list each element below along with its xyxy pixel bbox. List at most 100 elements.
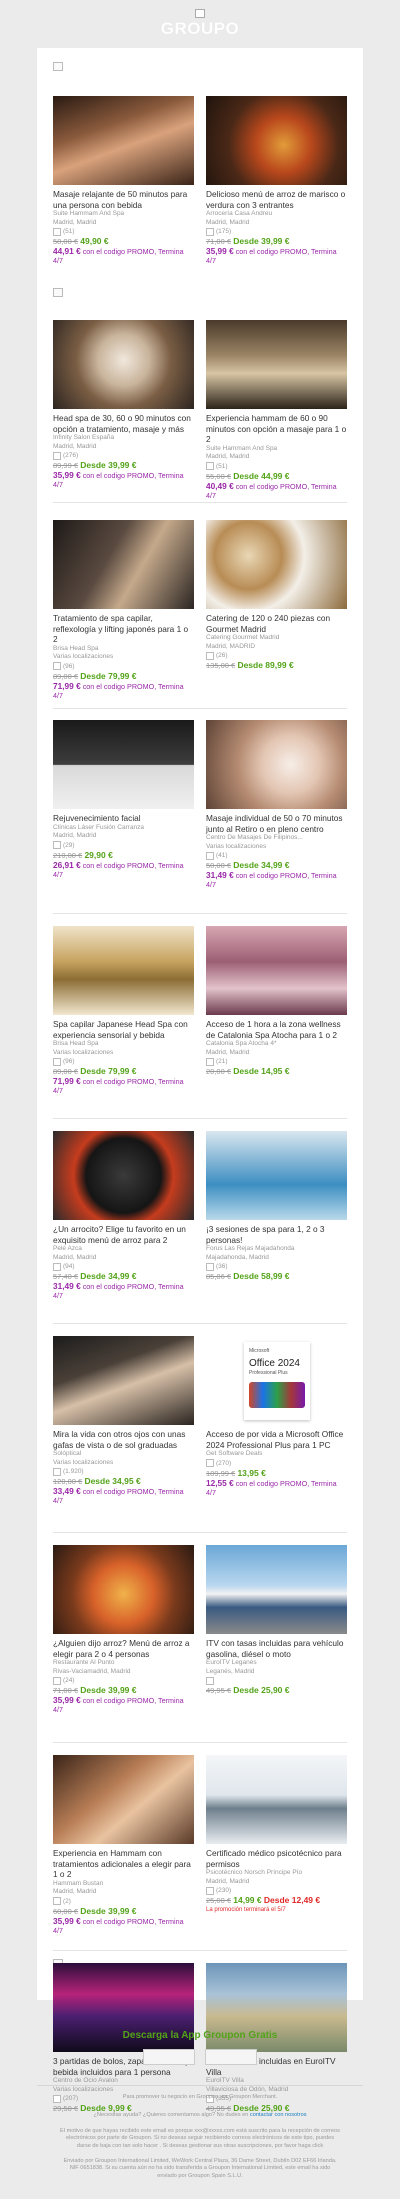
rating: (276) xyxy=(53,451,194,460)
company-text: Enviado por Groupon International Limite… xyxy=(63,2158,337,2179)
old-price: 71,00 € xyxy=(206,237,232,247)
deal-title[interactable]: Certificado médico psicotécnico para per… xyxy=(206,1848,347,1869)
deal-card[interactable]: Acceso de 1 hora a la zona wellness de C… xyxy=(206,926,347,1077)
deal-card[interactable]: Spa capilar Japanese Head Spa con experi… xyxy=(53,926,194,1095)
deal-title[interactable]: Mira la vida con otros ojos con unas gaf… xyxy=(53,1429,194,1450)
rating: (41) xyxy=(206,851,347,860)
promo-price: 35,99 € xyxy=(206,246,234,257)
merchant-name: Restaurante Al Punto xyxy=(53,1659,115,1666)
deal-title[interactable]: Acceso de 1 hora a la zona wellness de C… xyxy=(206,1019,347,1040)
deal-title[interactable]: Experiencia hammam de 60 o 90 minutos co… xyxy=(206,413,347,445)
deal-card[interactable]: Masaje individual de 50 o 70 minutos jun… xyxy=(206,720,347,889)
deal-card[interactable]: Microsoft Office 2024 Professional Plus … xyxy=(206,1336,347,1497)
deal-image[interactable] xyxy=(206,96,347,185)
deal-image[interactable] xyxy=(206,1131,347,1220)
deal-image[interactable] xyxy=(206,926,347,1015)
deal-image[interactable] xyxy=(206,1755,347,1844)
deal-card[interactable]: Tratamiento de spa capilar, reflexología… xyxy=(53,520,194,700)
deal-title[interactable]: Delicioso menú de arroz de marisco o ver… xyxy=(206,189,347,210)
deal-card[interactable]: Rejuvenecimiento facial Clínicas Láser Fu… xyxy=(53,720,194,879)
deal-title[interactable]: Head spa de 30, 60 o 90 minutos con opci… xyxy=(53,413,194,434)
merchant-name: Psicotécnico Norsch Príncipe Pío xyxy=(206,1869,303,1876)
row-divider xyxy=(53,1323,347,1324)
app-store-badge[interactable] xyxy=(143,2049,195,2065)
groupon-logo[interactable]: GROUPO xyxy=(161,19,240,39)
deal-image[interactable] xyxy=(53,1336,194,1425)
deal-image[interactable] xyxy=(53,1545,194,1634)
deal-image[interactable] xyxy=(53,96,194,185)
deal-card[interactable]: Certificado médico psicotécnico para per… xyxy=(206,1755,347,1915)
deal-card[interactable]: Experiencia hammam de 60 o 90 minutos co… xyxy=(206,320,347,500)
deal-card[interactable]: Masaje relajante de 50 minutos para una … xyxy=(53,96,194,265)
rating-count: (175) xyxy=(216,228,232,236)
deal-location: Villaviciosa de Odón, Madrid xyxy=(206,2085,289,2093)
deal-location: Leganés, Madrid xyxy=(206,1667,255,1675)
rating: (51) xyxy=(53,227,194,236)
box-subtitle: Professional Plus xyxy=(249,1370,288,1376)
deal-title[interactable]: Acceso de por vida a Microsoft Office 20… xyxy=(206,1429,347,1450)
rating-stars-icon xyxy=(206,1676,214,1685)
banner-image[interactable] xyxy=(53,62,63,71)
deal-image[interactable] xyxy=(53,720,194,809)
deal-title[interactable]: Spa capilar Japanese Head Spa con experi… xyxy=(53,1019,194,1040)
deal-card[interactable]: Head spa de 30, 60 o 90 minutos con opci… xyxy=(53,320,194,489)
old-price: 25,00 € xyxy=(206,1896,232,1906)
promo-line: 12,55 € con el codigo PROMO, Termina 4/7 xyxy=(206,1478,347,1497)
deal-image[interactable] xyxy=(206,520,347,609)
google-play-badge[interactable] xyxy=(205,2049,257,2065)
deal-location: Madrid, Madrid xyxy=(206,218,250,226)
deal-image[interactable] xyxy=(53,1755,194,1844)
contact-link[interactable]: contactar con nosotros xyxy=(250,2112,307,2118)
row-divider xyxy=(53,1532,347,1533)
merchant-name: Suite Hammam And Spa xyxy=(53,210,125,217)
rating: (94) xyxy=(53,1262,194,1271)
deal-card[interactable]: Experiencia en Hammam con tratamientos a… xyxy=(53,1755,194,1935)
deal-image[interactable] xyxy=(53,926,194,1015)
deal-image[interactable] xyxy=(53,1131,194,1220)
rating: (96) xyxy=(53,662,194,671)
rating-count: (51) xyxy=(63,228,75,236)
banner-image[interactable] xyxy=(53,288,63,297)
deal-card[interactable]: ¿Alguien dijo arroz? Menú de arroz a ele… xyxy=(53,1545,194,1714)
deal-card[interactable]: Mira la vida con otros ojos con unas gaf… xyxy=(53,1336,194,1505)
deal-title[interactable]: Masaje individual de 50 o 70 minutos jun… xyxy=(206,813,347,834)
old-price: 210,00 € xyxy=(53,850,83,860)
merchant-name: Catalonia Spa Atocha 4* xyxy=(206,1040,277,1047)
old-price: 89,00 € xyxy=(53,671,79,681)
rating: (2) xyxy=(53,1897,194,1906)
deal-title[interactable]: Tratamiento de spa capilar, reflexología… xyxy=(53,613,194,645)
deal-image[interactable] xyxy=(53,520,194,609)
deal-title[interactable]: Catering de 120 o 240 piezas con Gourmet… xyxy=(206,613,347,634)
deal-image[interactable] xyxy=(206,320,347,409)
rating-stars-icon xyxy=(53,1897,61,1906)
deal-price: Desde 39,99 € xyxy=(80,1905,137,1916)
deal-title[interactable]: Rejuvenecimiento facial xyxy=(53,813,194,824)
deal-image[interactable] xyxy=(53,320,194,409)
deal-title[interactable]: ITV con tasas incluidas para vehículo ga… xyxy=(206,1638,347,1659)
deal-image[interactable]: Microsoft Office 2024 Professional Plus xyxy=(206,1336,347,1425)
deal-title[interactable]: Experiencia en Hammam con tratamientos a… xyxy=(53,1848,194,1880)
box-title: Office 2024 xyxy=(249,1358,300,1369)
deal-card[interactable]: ITV con tasas incluidas para vehículo ga… xyxy=(206,1545,347,1696)
deal-card[interactable]: ¿Un arrocito? Elige tu favorito en un ex… xyxy=(53,1131,194,1300)
deal-card[interactable]: Delicioso menú de arroz de marisco o ver… xyxy=(206,96,347,265)
rating-count: (276) xyxy=(63,452,79,460)
price-line: 135,00 € Desde 89,99 € xyxy=(206,660,347,671)
deal-title[interactable]: ¿Un arrocito? Elige tu favorito en un ex… xyxy=(53,1224,194,1245)
price-line: 25,00 € 14,99 € Desde 12,49 € xyxy=(206,1895,347,1906)
deal-location: Madrid, Madrid xyxy=(206,1877,250,1885)
deal-price: 49,90 € xyxy=(80,236,109,247)
promo-price: 31,49 € xyxy=(206,870,234,881)
box-brand: Microsoft xyxy=(249,1348,270,1354)
deal-title[interactable]: ¡3 sesiones de spa para 1, 2 o 3 persona… xyxy=(206,1224,347,1245)
promo-price: 33,49 € xyxy=(53,1486,81,1497)
deal-card[interactable]: Catering de 120 o 240 piezas con Gourmet… xyxy=(206,520,347,671)
deal-title[interactable]: ¿Alguien dijo arroz? Menú de arroz a ele… xyxy=(53,1638,194,1659)
deal-image[interactable] xyxy=(206,720,347,809)
old-price: 135,00 € xyxy=(206,661,236,671)
promo-line: 44,91 € con el codigo PROMO, Termina 4/7 xyxy=(53,247,194,266)
deal-card[interactable]: ¡3 sesiones de spa para 1, 2 o 3 persona… xyxy=(206,1131,347,1282)
deal-image[interactable] xyxy=(206,1545,347,1634)
rating: (26) xyxy=(206,651,347,660)
deal-title[interactable]: Masaje relajante de 50 minutos para una … xyxy=(53,189,194,210)
